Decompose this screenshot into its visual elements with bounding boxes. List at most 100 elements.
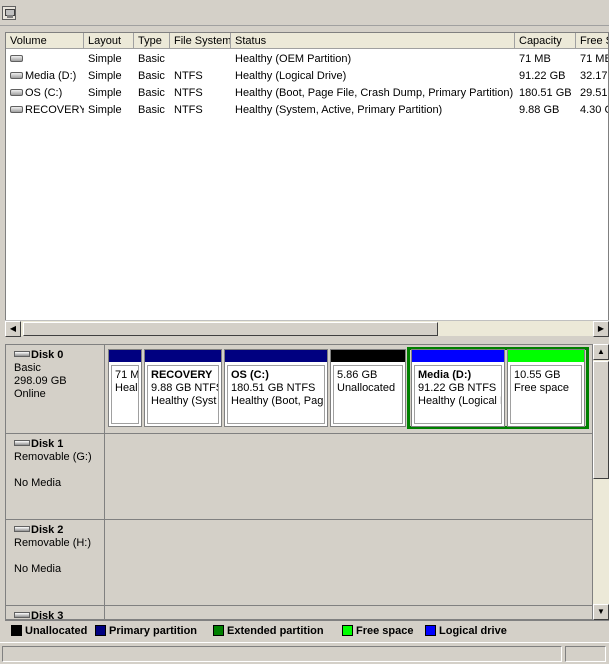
status-pane bbox=[565, 646, 606, 662]
disk-partitions bbox=[106, 520, 592, 605]
column-header-file-system[interactable]: File System bbox=[170, 33, 231, 49]
scroll-left-icon[interactable]: ◀ bbox=[5, 321, 21, 337]
volume-status: Healthy (OEM Partition) bbox=[235, 53, 352, 65]
disk-state: No Media bbox=[14, 477, 62, 489]
volume-free: 29.51 bbox=[580, 87, 608, 99]
column-header-free-space[interactable]: Free S bbox=[576, 33, 608, 49]
volume-fs: NTFS bbox=[174, 87, 203, 99]
partition-size: 91.22 GB NTFS bbox=[418, 382, 497, 394]
volume-type: Basic bbox=[138, 70, 165, 82]
legend-swatch bbox=[11, 624, 22, 636]
partition-title: RECOVERY bbox=[151, 369, 213, 381]
partition-size: 9.88 GB NTFS bbox=[151, 382, 219, 394]
partition-status: Unallocated bbox=[337, 382, 396, 394]
volume-capacity: 71 MB bbox=[519, 53, 551, 65]
volume-fs: NTFS bbox=[174, 70, 203, 82]
volume-status: Healthy (Logical Drive) bbox=[235, 70, 347, 82]
horizontal-scrollbar[interactable]: ◀ ▶ bbox=[5, 320, 609, 337]
status-pane bbox=[2, 646, 562, 662]
volume-name: Media (D:) bbox=[25, 70, 77, 82]
partition-oem[interactable]: 71 M Heal bbox=[108, 349, 142, 427]
column-header-volume[interactable]: Volume bbox=[6, 33, 84, 49]
vertical-scrollbar[interactable]: ▲ ▼ bbox=[593, 344, 609, 620]
column-header-capacity[interactable]: Capacity bbox=[515, 33, 576, 49]
volume-capacity: 9.88 GB bbox=[519, 104, 560, 116]
disk-row: Disk 3 bbox=[6, 606, 592, 620]
volume-capacity: 91.22 GB bbox=[519, 70, 566, 82]
partition-size: 5.86 GB bbox=[337, 369, 378, 381]
partition-title: Media (D:) bbox=[418, 369, 472, 381]
scroll-right-icon[interactable]: ▶ bbox=[593, 321, 609, 337]
volume-row[interactable]: OS (C:) Simple Basic NTFS Healthy (Boot,… bbox=[6, 85, 608, 102]
partition-size: 71 M bbox=[115, 369, 139, 381]
partition-media[interactable]: Media (D:) 91.22 GB NTFS Healthy (Logica… bbox=[411, 349, 505, 427]
volume-row[interactable]: RECOVERY Simple Basic NTFS Healthy (Syst… bbox=[6, 102, 608, 119]
disk-icon bbox=[14, 351, 30, 358]
volume-row[interactable]: Media (D:) Simple Basic NTFS Healthy (Lo… bbox=[6, 68, 608, 85]
disk-name: Disk 3 bbox=[31, 610, 64, 620]
volume-icon bbox=[10, 54, 23, 62]
legend-swatch bbox=[342, 624, 353, 636]
toolbar bbox=[0, 0, 609, 26]
disk-partitions bbox=[106, 606, 592, 619]
disk-label[interactable]: Disk 2 Removable (H:) No Media bbox=[6, 520, 105, 605]
disk-row: Disk 1 Removable (G:) No Media bbox=[6, 434, 592, 520]
partition-status: Heal bbox=[115, 382, 138, 394]
volume-fs bbox=[170, 51, 231, 68]
properties-icon[interactable] bbox=[2, 6, 16, 20]
volume-icon bbox=[10, 88, 23, 96]
disk-name: Disk 2 bbox=[31, 524, 64, 536]
partition-color-bar bbox=[412, 350, 504, 362]
partition-color-bar bbox=[331, 350, 405, 362]
partition-color-bar bbox=[225, 350, 327, 362]
volume-fs: NTFS bbox=[174, 104, 203, 116]
vertical-scroll-thumb[interactable] bbox=[593, 361, 609, 479]
volume-layout: Simple bbox=[88, 104, 122, 116]
legend-swatch bbox=[213, 624, 224, 636]
disk-kind: Removable (G:) bbox=[14, 451, 92, 463]
volume-type: Basic bbox=[138, 53, 165, 65]
legend-swatch bbox=[95, 624, 106, 636]
disk-icon bbox=[14, 612, 30, 619]
partition-size: 180.51 GB NTFS bbox=[231, 382, 316, 394]
disk-partitions bbox=[106, 434, 592, 519]
legend: Unallocated Primary partition Extended p… bbox=[5, 620, 609, 640]
column-header-layout[interactable]: Layout bbox=[84, 33, 134, 49]
volume-icon bbox=[10, 105, 23, 113]
status-bar bbox=[0, 642, 609, 664]
partition-free-space[interactable]: 10.55 GB Free space bbox=[507, 349, 585, 427]
volume-capacity: 180.51 GB bbox=[519, 87, 572, 99]
disk-label[interactable]: Disk 3 bbox=[6, 606, 105, 620]
disk-name: Disk 1 bbox=[31, 438, 64, 450]
disk-map: Disk 0 Basic 298.09 GB Online 71 M Heal … bbox=[5, 344, 593, 620]
partition-os[interactable]: OS (C:) 180.51 GB NTFS Healthy (Boot, Pa… bbox=[224, 349, 328, 427]
partition-recovery[interactable]: RECOVERY 9.88 GB NTFS Healthy (Syst bbox=[144, 349, 222, 427]
legend-item-unallocated: Unallocated bbox=[11, 623, 87, 639]
disk-label[interactable]: Disk 0 Basic 298.09 GB Online bbox=[6, 345, 105, 433]
disk-row: Disk 0 Basic 298.09 GB Online 71 M Heal … bbox=[6, 345, 592, 434]
partition-title: OS (C:) bbox=[231, 369, 269, 381]
disk-label[interactable]: Disk 1 Removable (G:) No Media bbox=[6, 434, 105, 519]
volume-layout: Simple bbox=[88, 53, 122, 65]
partition-size: 10.55 GB bbox=[514, 369, 561, 381]
volume-free: 4.30 G bbox=[580, 104, 608, 116]
legend-item-free-space: Free space bbox=[342, 623, 413, 639]
legend-item-primary-partition: Primary partition bbox=[95, 623, 197, 639]
column-header-type[interactable]: Type bbox=[134, 33, 170, 49]
volume-row[interactable]: Simple Basic Healthy (OEM Partition) 71 … bbox=[6, 51, 609, 68]
volume-list: Volume Layout Type File System Status Ca… bbox=[5, 32, 609, 336]
disk-state: Online bbox=[14, 388, 46, 400]
disk-icon bbox=[14, 440, 30, 447]
disk-state: No Media bbox=[14, 563, 62, 575]
disk-kind: Basic bbox=[14, 362, 41, 374]
volume-type: Basic bbox=[138, 87, 165, 99]
scroll-down-icon[interactable]: ▼ bbox=[593, 604, 609, 620]
disk-size: 298.09 GB bbox=[14, 375, 67, 387]
partition-status: Healthy (Boot, Pag bbox=[231, 395, 324, 407]
scroll-up-icon[interactable]: ▲ bbox=[593, 344, 609, 360]
partition-unallocated[interactable]: 5.86 GB Unallocated bbox=[330, 349, 406, 427]
column-header-status[interactable]: Status bbox=[231, 33, 515, 49]
volume-layout: Simple bbox=[88, 87, 122, 99]
horizontal-scroll-thumb[interactable] bbox=[23, 322, 438, 336]
volume-free: 71 MB bbox=[580, 53, 609, 65]
